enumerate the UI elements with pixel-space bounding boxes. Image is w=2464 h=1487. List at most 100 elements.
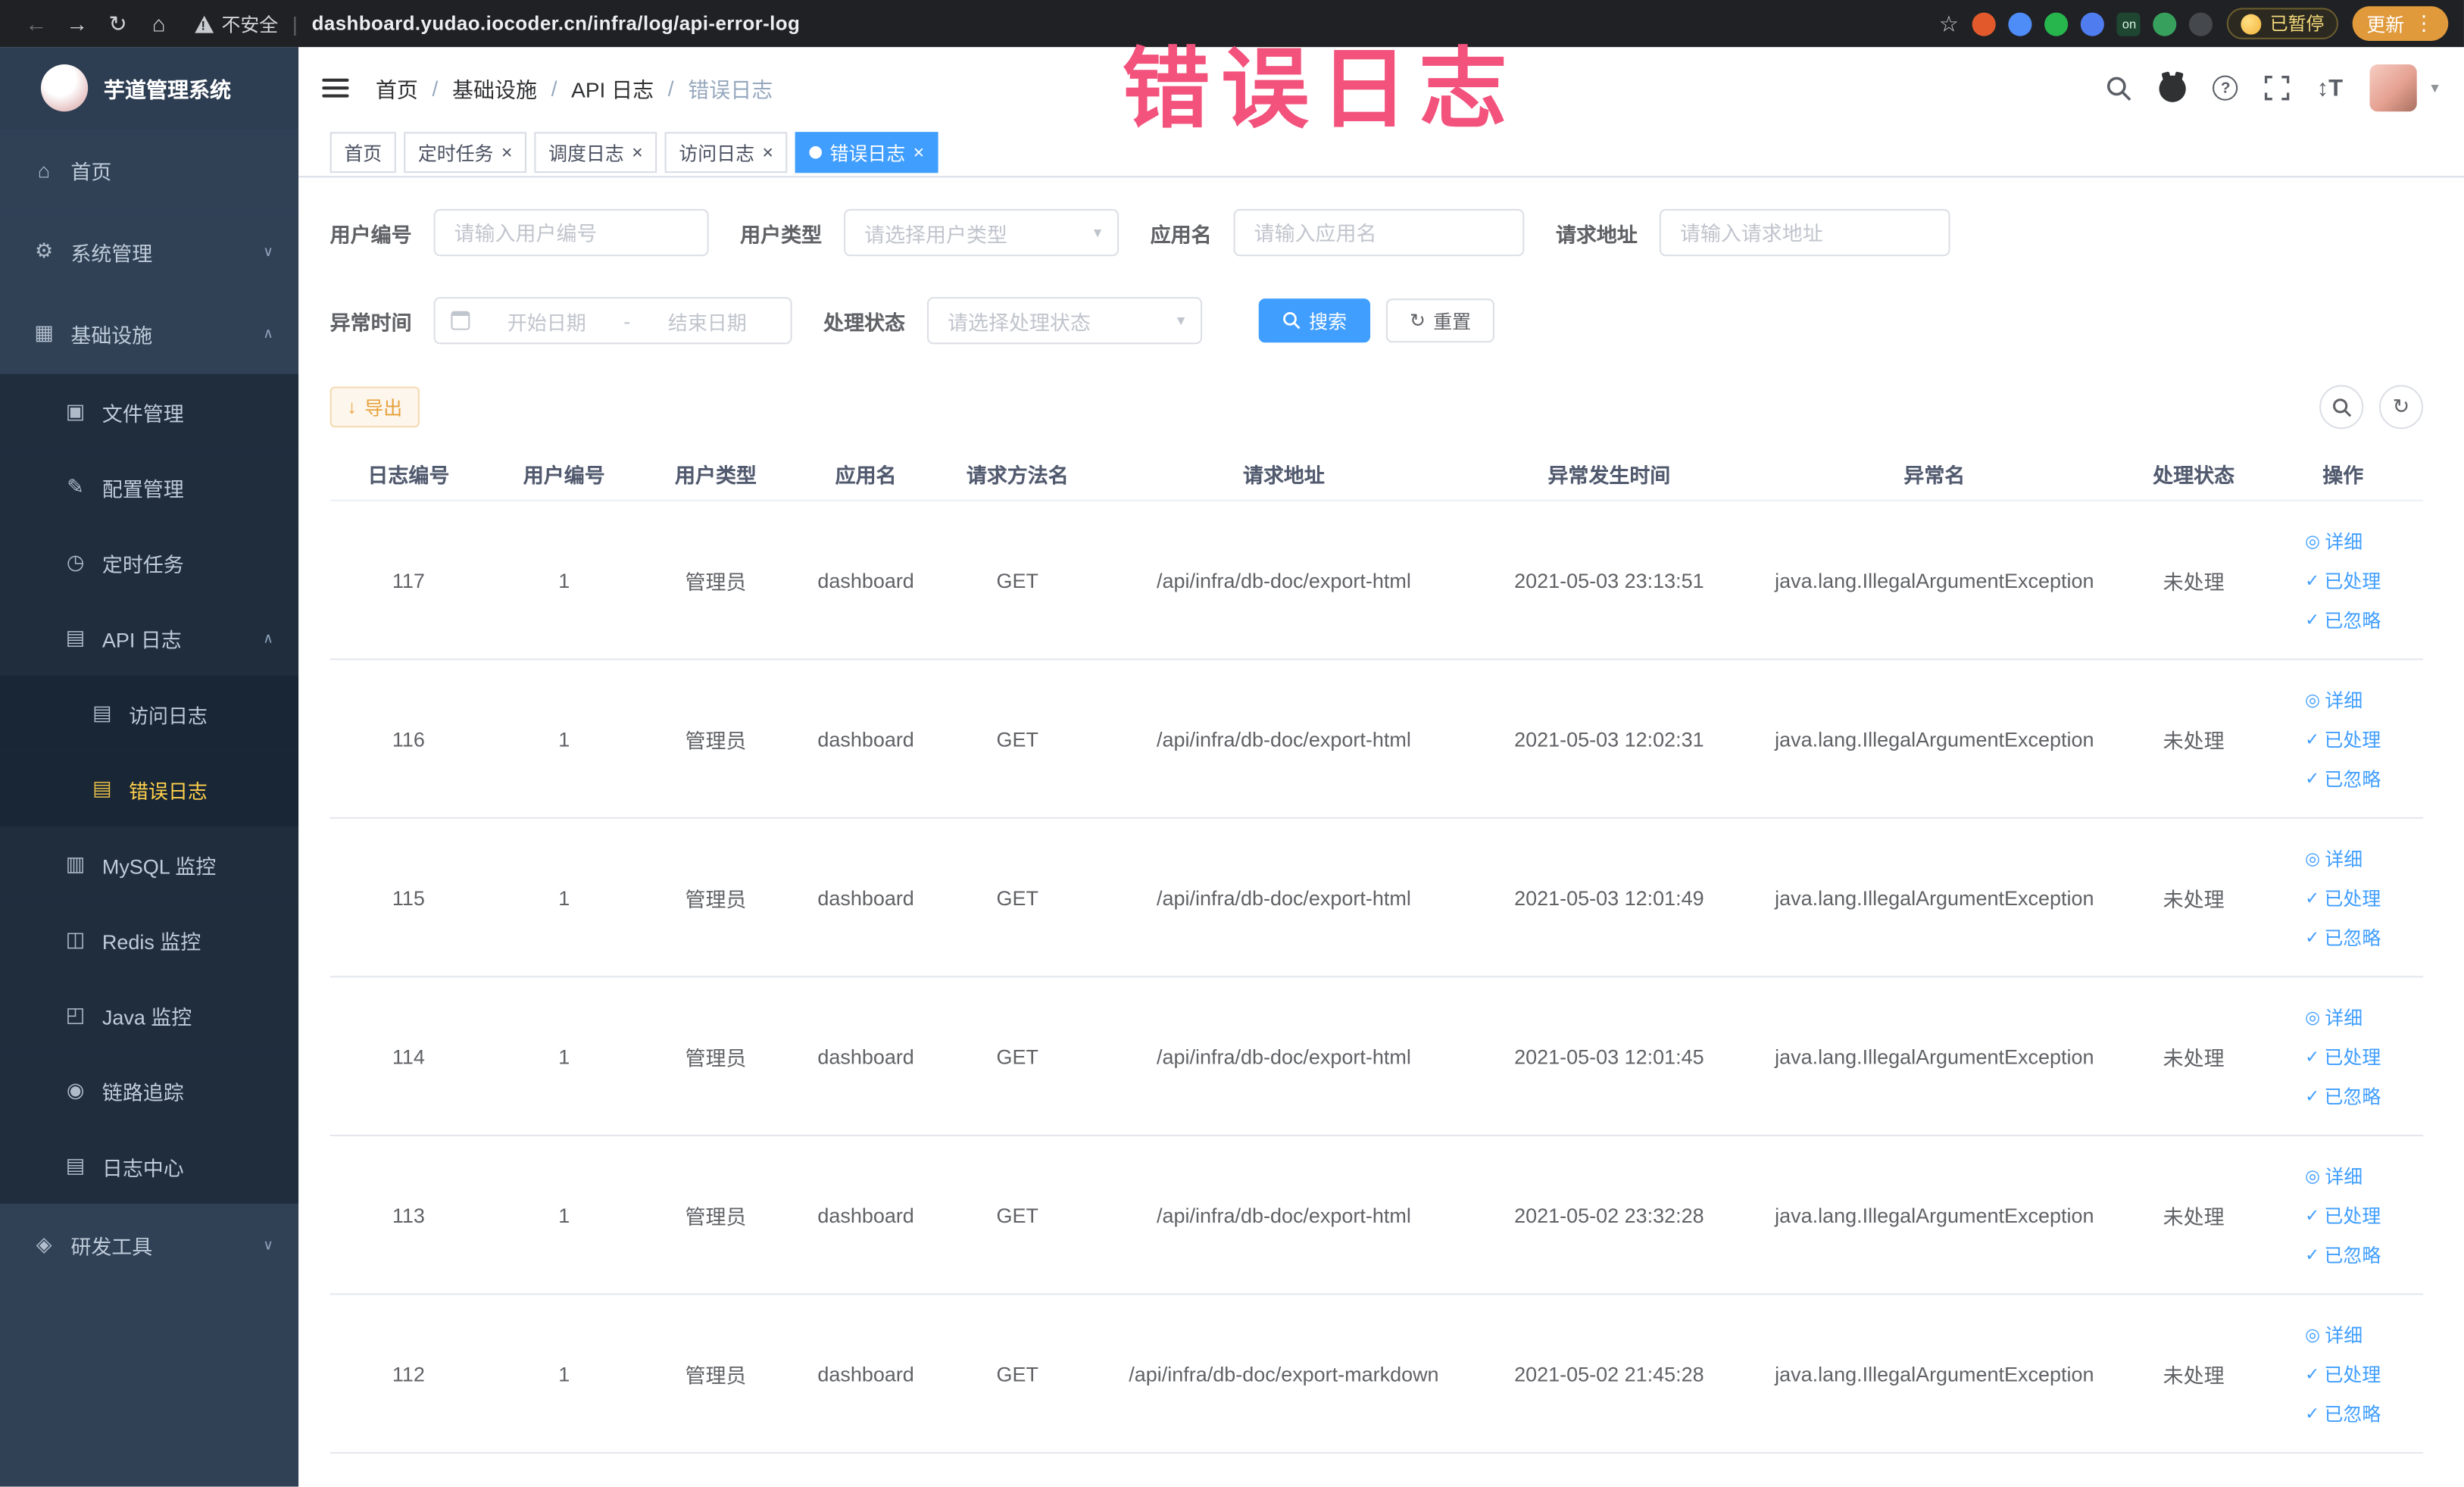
github-icon[interactable] xyxy=(2160,74,2187,102)
reload-icon[interactable]: ↻ xyxy=(98,10,139,36)
app-logo[interactable]: 芋道管理系统 xyxy=(0,47,299,130)
tab-close-icon[interactable]: × xyxy=(632,143,643,162)
tab-close-icon[interactable]: × xyxy=(762,143,773,162)
toggle-search-button[interactable] xyxy=(2319,385,2364,430)
redis-icon: ◫ xyxy=(65,927,86,951)
cell-status: 未处理 xyxy=(2163,570,2225,594)
sidebar-item[interactable]: ▣ 文件管理 xyxy=(0,373,299,450)
action-detail[interactable]: ◎ 详细 xyxy=(2305,1321,2363,1348)
bookmark-star-icon[interactable]: ☆ xyxy=(1939,10,1959,36)
chevron-down-icon[interactable]: ▾ xyxy=(2431,80,2438,97)
action-detail[interactable]: ◎ 详细 xyxy=(2305,1162,2363,1189)
action-detail[interactable]: ◎ 详细 xyxy=(2305,845,2363,871)
action-detail[interactable]: ◎ 详细 xyxy=(2305,527,2363,554)
sidebar-item[interactable]: ▤ 访问日志 xyxy=(0,676,299,751)
tab[interactable]: 访问日志 × xyxy=(664,132,788,173)
forward-icon[interactable]: → xyxy=(57,11,98,36)
sidebar-item[interactable]: ⌂ 首页 xyxy=(0,129,299,211)
table-toolbar: ↓ 导出 ↻ xyxy=(329,385,2424,430)
user-id-input[interactable] xyxy=(433,208,709,257)
cell-log-id: 117 xyxy=(392,567,425,592)
tab[interactable]: 首页 xyxy=(329,132,396,173)
back-icon[interactable]: ← xyxy=(16,11,57,36)
action-processed[interactable]: ✓ 已处理 xyxy=(2305,1360,2381,1387)
action-processed[interactable]: ✓ 已处理 xyxy=(2305,725,2381,751)
exception-time-range[interactable]: 开始日期 - 结束日期 xyxy=(433,297,792,345)
app-name-input[interactable] xyxy=(1233,208,1525,257)
action-ignored[interactable]: ✓ 已忽略 xyxy=(2305,1241,2381,1267)
user-type-select[interactable]: 请选择用户类型 ▾ xyxy=(844,208,1120,257)
export-button[interactable]: ↓ 导出 xyxy=(329,386,420,428)
extension-circle-icon[interactable] xyxy=(2045,11,2069,36)
cell-user-id: 1 xyxy=(558,1203,570,1227)
action-processed[interactable]: ✓ 已处理 xyxy=(2305,884,2381,911)
cell-url: /api/infra/db-doc/export-html xyxy=(1157,1044,1411,1068)
sidebar-item[interactable]: ▤ API 日志 ∧ xyxy=(0,600,299,676)
sidebar-item[interactable]: ◫ Redis 监控 xyxy=(0,901,299,978)
help-icon[interactable]: ? xyxy=(2213,75,2238,101)
breadcrumb-item[interactable]: API 日志 xyxy=(571,72,654,103)
tab[interactable]: 错误日志 × xyxy=(795,132,938,173)
action-ignored[interactable]: ✓ 已忽略 xyxy=(2305,1082,2381,1108)
refresh-table-button[interactable]: ↻ xyxy=(2378,385,2424,430)
cell-exception: java.lang.IllegalArgumentException xyxy=(1775,886,2094,910)
sidebar-item[interactable]: ▤ 错误日志 xyxy=(0,751,299,827)
action-ignored[interactable]: ✓ 已忽略 xyxy=(2305,764,2381,791)
tab-label: 调度日志 xyxy=(548,142,624,164)
sidebar-item[interactable]: ▥ MySQL 监控 xyxy=(0,826,299,902)
font-size-icon[interactable]: ↕T xyxy=(2317,75,2344,102)
action-processed[interactable]: ✓ 已处理 xyxy=(2305,1201,2381,1228)
browser-menu-icon[interactable]: ⋮ xyxy=(2414,11,2434,36)
tab-close-icon[interactable]: × xyxy=(913,143,925,162)
reset-button[interactable]: ↻ 重置 xyxy=(1385,298,1495,343)
sidebar-item[interactable]: ✎ 配置管理 xyxy=(0,449,299,525)
cell-exception: java.lang.IllegalArgumentException xyxy=(1775,726,2094,751)
sidebar-item[interactable]: ◷ 定时任务 xyxy=(0,524,299,601)
extension-dot-icon[interactable] xyxy=(1972,11,1997,36)
security-label[interactable]: 不安全 xyxy=(222,10,279,36)
search-button[interactable]: 搜索 xyxy=(1258,298,1371,343)
sidebar-item[interactable]: ⚙ 系统管理 ∨ xyxy=(0,210,299,292)
extension-on-badge-icon[interactable]: on xyxy=(2117,11,2141,36)
action-processed[interactable]: ✓ 已处理 xyxy=(2305,567,2381,593)
user-avatar[interactable] xyxy=(2369,64,2417,112)
tab[interactable]: 定时任务 × xyxy=(404,132,527,173)
extension-pin-icon[interactable] xyxy=(2189,11,2214,36)
action-detail[interactable]: ◎ 详细 xyxy=(2305,1004,2363,1030)
browser-home-icon[interactable]: ⌂ xyxy=(139,11,180,36)
cell-app: dashboard xyxy=(817,726,914,751)
refresh-icon: ↻ xyxy=(1410,309,1426,332)
action-ignored[interactable]: ✓ 已忽略 xyxy=(2305,1399,2381,1426)
check-icon: ✓ xyxy=(2305,571,2320,591)
fullscreen-icon[interactable] xyxy=(2265,75,2290,101)
url-text[interactable]: dashboard.yudao.iocoder.cn/infra/log/api… xyxy=(312,13,801,35)
row-actions: ◎ 详细 ✓ 已处理 ✓ 已忽略 xyxy=(2305,686,2381,792)
action-processed[interactable]: ✓ 已处理 xyxy=(2305,1042,2381,1069)
update-button[interactable]: 更新 ⋮ xyxy=(2352,6,2449,41)
sidebar-item[interactable]: ▤ 日志中心 xyxy=(0,1128,299,1204)
sidebar-toggle-icon[interactable] xyxy=(322,78,349,98)
extension-drop-icon[interactable] xyxy=(2009,11,2033,36)
extension-leaf-icon[interactable] xyxy=(2153,11,2178,36)
extension-grid-icon[interactable] xyxy=(2081,11,2105,36)
action-ignored[interactable]: ✓ 已忽略 xyxy=(2305,606,2381,633)
cell-user-type: 管理员 xyxy=(685,570,747,594)
breadcrumb-item[interactable]: 首页 xyxy=(376,72,418,103)
action-ignored[interactable]: ✓ 已忽略 xyxy=(2305,923,2381,950)
app-name-label: 应用名 xyxy=(1150,222,1212,246)
check-icon: ✓ xyxy=(2305,1206,2320,1226)
sidebar-item[interactable]: ◰ Java 监控 xyxy=(0,977,299,1053)
sidebar-item[interactable]: ◉ 链路追踪 xyxy=(0,1052,299,1129)
request-url-input[interactable] xyxy=(1659,208,1950,257)
sidebar-item[interactable]: ▦ 基础设施 ∧ xyxy=(0,292,299,374)
status-select[interactable]: 请选择处理状态 ▾ xyxy=(927,297,1203,345)
action-ignored-label: 已忽略 xyxy=(2324,1402,2381,1425)
breadcrumb-item[interactable]: 基础设施 xyxy=(452,72,537,103)
action-detail-label: 详细 xyxy=(2325,1165,2363,1188)
paused-badge[interactable]: 已暂停 xyxy=(2227,8,2338,39)
tab-close-icon[interactable]: × xyxy=(501,143,513,162)
action-detail[interactable]: ◎ 详细 xyxy=(2305,686,2363,713)
search-icon[interactable] xyxy=(2106,75,2133,102)
sidebar-item[interactable]: ◈ 研发工具 ∨ xyxy=(0,1204,299,1286)
tab[interactable]: 调度日志 × xyxy=(534,132,657,173)
